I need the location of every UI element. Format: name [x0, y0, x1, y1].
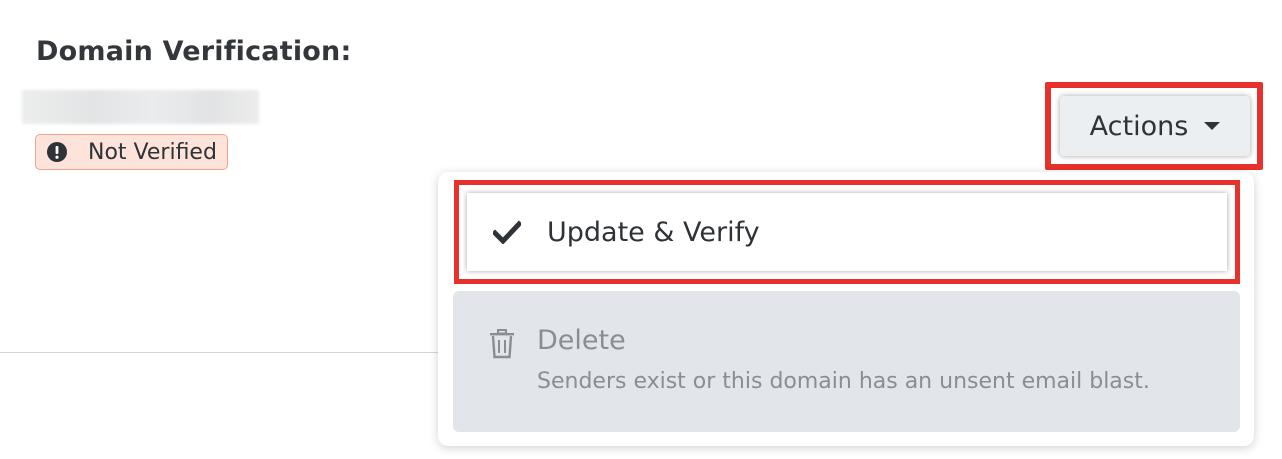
menu-item-update-verify[interactable]: Update & Verify: [454, 180, 1240, 284]
status-badge-label: Not Verified: [88, 139, 217, 165]
actions-button[interactable]: Actions: [1060, 96, 1250, 156]
menu-item-delete-label: Delete: [537, 325, 626, 356]
divider: [0, 352, 440, 353]
menu-item-delete: Delete Senders exist or this domain has …: [453, 291, 1240, 432]
checkmark-icon: [493, 218, 521, 246]
section-title: Domain Verification:: [36, 36, 352, 67]
menu-item-update-label: Update & Verify: [547, 216, 760, 248]
exclamation-circle-icon: [46, 141, 68, 163]
domain-verification-panel: Domain Verification: Not Verified Action…: [0, 0, 1282, 459]
actions-button-label: Actions: [1089, 110, 1189, 142]
domain-name-redacted: [22, 90, 259, 124]
trash-icon: [489, 329, 515, 359]
menu-item-delete-description: Senders exist or this domain has an unse…: [537, 369, 1150, 394]
status-badge: Not Verified: [35, 134, 228, 170]
caret-down-icon: [1204, 122, 1221, 130]
